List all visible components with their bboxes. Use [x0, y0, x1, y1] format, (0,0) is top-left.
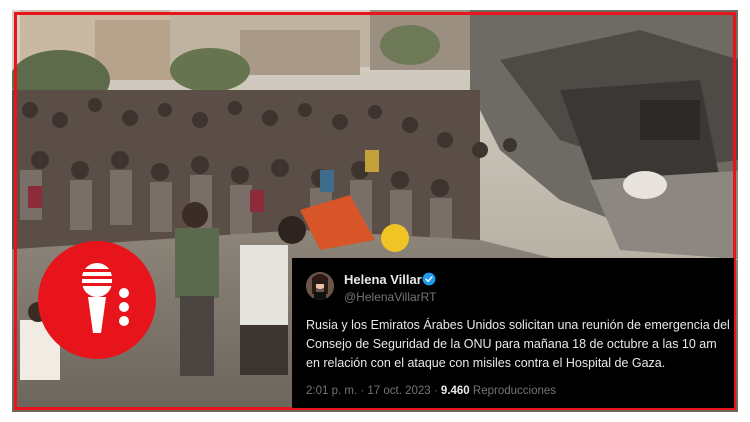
white-border-left	[0, 0, 12, 422]
microphone-icon	[82, 263, 129, 333]
meta-separator-2: ·	[430, 385, 441, 397]
tweet-text: Rusia y los Emiratos Árabes Unidos solic…	[306, 318, 730, 370]
tweet-date[interactable]: 17 oct. 2023	[367, 385, 430, 397]
author-name[interactable]: Helena Villar	[344, 272, 422, 287]
white-border-right	[738, 0, 750, 422]
tweet-card[interactable]: Helena Villar @HelenaVillarRT Rusia y lo…	[292, 258, 734, 408]
avatar-image	[306, 272, 334, 300]
white-border-top	[0, 0, 750, 10]
screenshot-frame: Helena Villar @HelenaVillarRT Rusia y lo…	[0, 0, 750, 422]
podcast-badge	[38, 241, 156, 359]
views-label: Reproducciones	[472, 385, 557, 397]
author-handle[interactable]: @HelenaVillarRT	[344, 290, 436, 304]
avatar[interactable]	[306, 272, 334, 300]
white-border-bottom	[0, 412, 750, 422]
tweet-time[interactable]: 2:01 p. m.	[306, 385, 357, 397]
views-count: 9.460	[440, 385, 470, 397]
tweet-meta: 2:01 p. m. · 17 oct. 2023 · 9.460 Reprod…	[306, 385, 556, 397]
more-dots-icon	[119, 288, 129, 326]
meta-separator: ·	[357, 385, 368, 397]
verified-badge-icon	[422, 272, 436, 286]
